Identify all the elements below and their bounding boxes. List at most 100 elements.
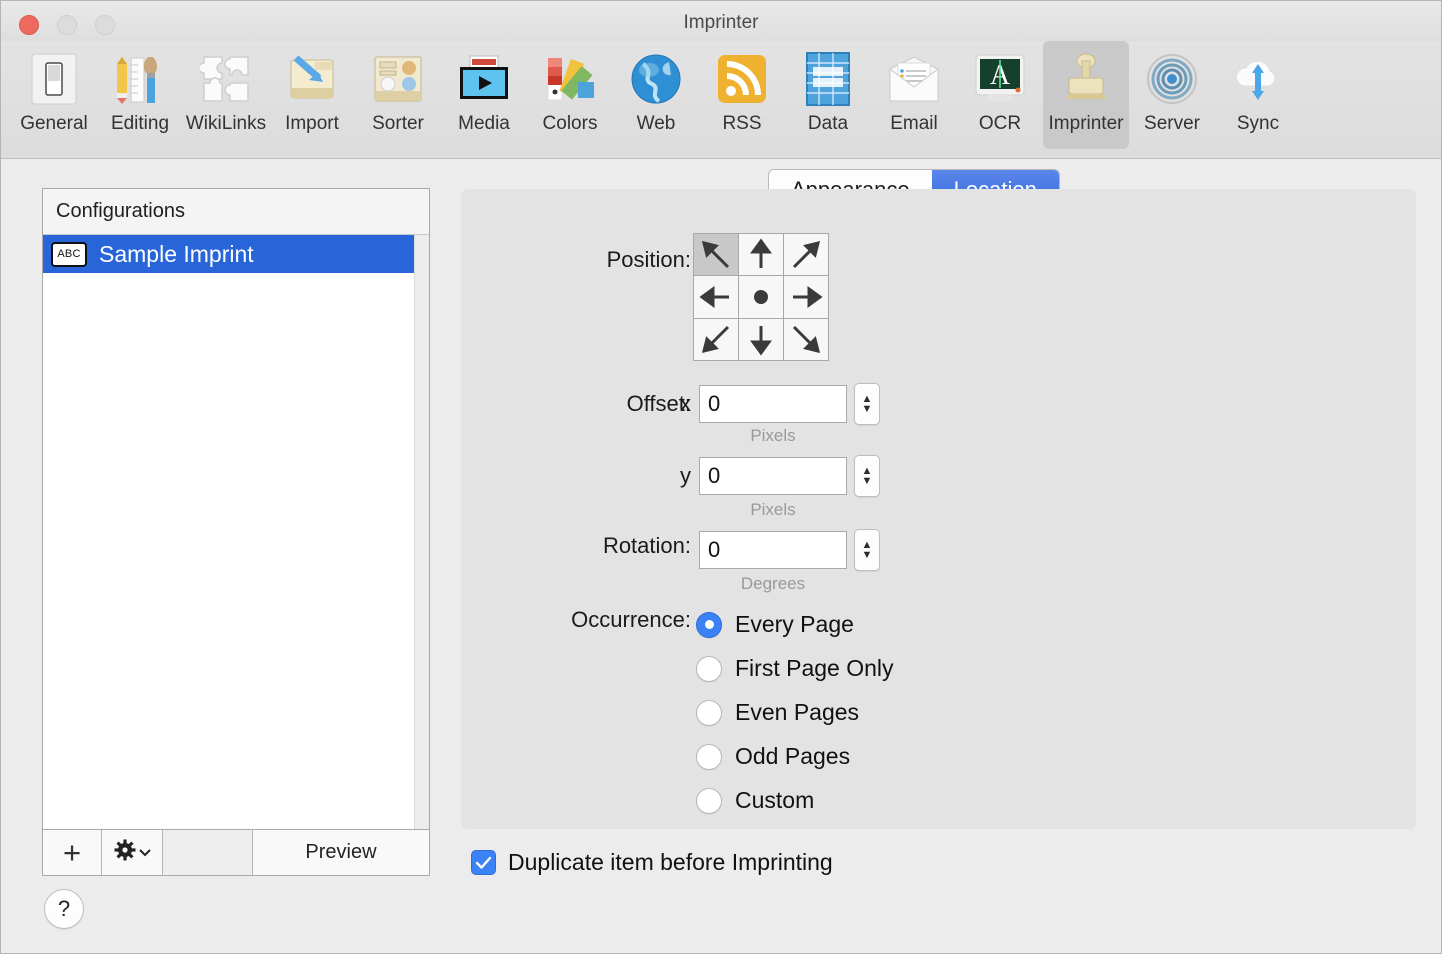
position-cell-top-center[interactable] [739,234,783,276]
configuration-actions-button[interactable] [102,830,163,875]
rss-icon [710,47,774,111]
list-scrollbar[interactable] [414,235,429,830]
rotation-label: Rotation: [602,533,691,558]
chevron-down-icon: ▼ [861,403,873,415]
help-button[interactable]: ? [44,889,84,929]
radio-indicator [696,743,722,770]
toolbar-item-general[interactable]: General [11,41,97,149]
offset-y-axis-label: y [680,463,691,488]
toolbar-label: OCR [978,113,1022,134]
footer-spacer [163,830,253,875]
position-cell-top-right[interactable] [784,234,828,276]
radio-label: Custom [735,787,815,813]
configurations-list[interactable]: ABC Sample Imprint [43,235,429,830]
rotation-unit: Degrees [740,574,806,593]
toolbar-label: Sync [1236,113,1280,134]
puzzle-icon [194,47,258,111]
toolbar-item-colors[interactable]: Colors [527,41,613,149]
offset-x-row: x 0 ▲ ▼ [671,383,880,425]
checkmark-icon [475,856,492,869]
imprinter-preferences-window: Imprinter General Editing WikiLinks Impo… [0,0,1442,954]
radio-every-page[interactable]: Every Page [696,611,854,638]
toolbar-item-import[interactable]: Import [269,41,355,149]
radio-label: Every Page [735,611,854,637]
toolbar-item-web[interactable]: Web [613,41,699,149]
rotation-stepper[interactable]: ▲ ▼ [854,529,880,571]
toolbar-label: Import [285,113,339,134]
toolbar-item-wikilinks[interactable]: WikiLinks [183,41,269,149]
offset-x-input[interactable]: 0 [699,385,847,423]
radio-odd-pages[interactable]: Odd Pages [696,743,850,770]
radio-indicator [696,787,722,814]
position-cell-center[interactable] [739,276,783,318]
radio-even-pages[interactable]: Even Pages [696,699,859,726]
position-cell-top-left[interactable] [694,234,738,276]
sorter-tray-icon [366,47,430,111]
color-swatches-icon [538,47,602,111]
toolbar-label: Editing [110,113,170,134]
offset-y-stepper[interactable]: ▲ ▼ [854,455,880,497]
envelope-icon [882,47,946,111]
list-item-label: Sample Imprint [99,240,254,267]
chevron-down-icon [138,844,151,862]
add-configuration-button[interactable]: + [43,830,102,875]
radio-indicator [696,655,722,682]
toolbar-label: Data [807,113,849,134]
configurations-footer: + Preview [43,829,429,875]
offset-y-row: y 0 ▲ ▼ [671,455,880,497]
offset-x-unit: Pixels [750,426,796,445]
position-cell-bottom-center[interactable] [739,318,783,360]
radio-first-page-only[interactable]: First Page Only [696,655,894,682]
toolbar-item-media[interactable]: Media [441,41,527,149]
configurations-header: Configurations [43,189,429,235]
occurrence-label: Occurrence: [571,607,691,632]
position-grid [693,233,829,361]
toolbar-item-editing[interactable]: Editing [97,41,183,149]
position-cell-middle-left[interactable] [694,276,738,318]
stamp-icon [1054,47,1118,111]
position-cell-middle-right[interactable] [784,276,828,318]
toolbar-label: Server [1144,113,1200,134]
offset-x-stepper[interactable]: ▲ ▼ [854,383,880,425]
toolbar-item-sync[interactable]: Sync [1215,41,1301,149]
toolbar-item-server[interactable]: Server [1129,41,1215,149]
import-arrow-icon [280,47,344,111]
preview-button[interactable]: Preview [253,830,429,875]
window-title: Imprinter [683,12,759,33]
position-cell-bottom-left[interactable] [694,318,738,360]
toolbar-item-rss[interactable]: RSS [699,41,785,149]
offset-label: Offset: [626,391,691,416]
toolbar-label: General [20,113,88,134]
toolbar-item-data[interactable]: Data [785,41,871,149]
position-label: Position: [606,247,691,272]
toolbar-item-email[interactable]: Email [871,41,957,149]
toolbar-item-ocr[interactable]: A OCR [957,41,1043,149]
toolbar-label: Web [636,113,676,134]
radio-label: Even Pages [735,699,860,725]
ocr-screen-icon: A [968,47,1032,111]
globe-icon [624,47,688,111]
rotation-input[interactable]: 0 [699,531,847,569]
server-rings-icon [1140,47,1204,111]
duplicate-item-label: Duplicate item before Imprinting [508,849,833,875]
data-table-icon [796,47,860,111]
cloud-sync-icon [1226,47,1290,111]
toolbar-label: RSS [722,113,762,134]
duplicate-item-checkbox[interactable] [471,850,496,875]
toolbar-label: Email [890,113,938,134]
position-cell-bottom-right[interactable] [784,318,828,360]
toolbar-label: Colors [542,113,598,134]
toolbar-item-sorter[interactable]: Sorter [355,41,441,149]
plus-icon: + [62,835,82,870]
rotation-row: 0 ▲ ▼ [671,529,880,571]
toolbar-label: WikiLinks [185,113,267,134]
duplicate-item-checkbox-row[interactable]: Duplicate item before Imprinting [471,849,833,876]
toolbar-item-imprinter[interactable]: Imprinter [1043,41,1129,149]
list-item[interactable]: ABC Sample Imprint [43,235,429,273]
radio-custom[interactable]: Custom [696,787,814,814]
offset-y-input[interactable]: 0 [699,457,847,495]
offset-y-unit: Pixels [750,500,796,519]
radio-indicator [696,611,722,638]
radio-label: Odd Pages [735,743,851,769]
pencil-ruler-brush-icon [108,47,172,111]
